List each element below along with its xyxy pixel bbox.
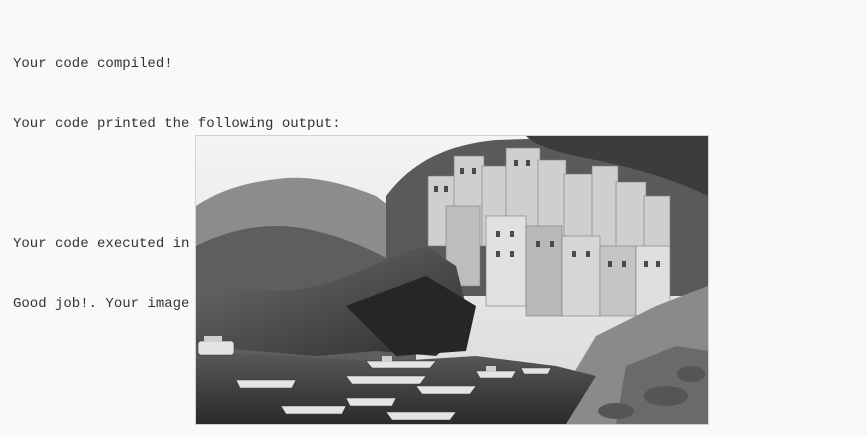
printed-output-header-line: Your code printed the following output: [13,116,341,132]
compile-status-line: Your code compiled! [13,56,173,72]
result-image [195,135,709,425]
harbor-village-photo [196,136,708,424]
